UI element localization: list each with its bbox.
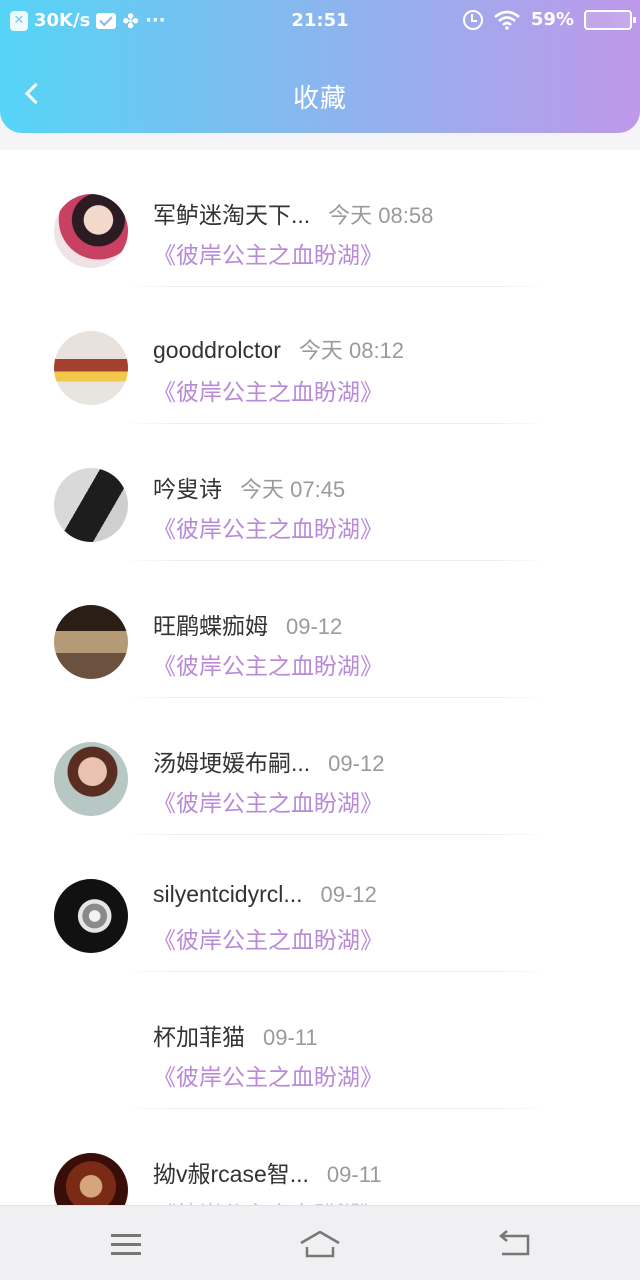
list-item[interactable]: 杯加菲猫 09-11 《彼岸公主之血盼湖》 [0,972,640,1109]
system-back-button[interactable] [494,1224,538,1264]
menu-button[interactable] [103,1224,147,1264]
item-header: silyentcidyrcl... 09-12 [153,881,377,908]
list-item[interactable]: 旺鹛蝶痂姆 09-12 《彼岸公主之血盼湖》 [0,561,640,698]
favorite-time: 09-12 [286,614,343,639]
alarm-icon [462,9,483,30]
book-title[interactable]: 《彼岸公主之血盼湖》 [153,921,383,955]
favorite-time: 09-12 [328,751,385,776]
home-icon [300,1230,340,1258]
battery-fill [588,13,612,26]
avatar[interactable] [54,1153,128,1205]
return-icon [499,1230,530,1256]
user-name: gooddrolctor [153,337,281,363]
menu-icon [111,1243,141,1246]
favorite-time: 09-11 [263,1025,318,1050]
favorite-time: 09-12 [320,882,377,907]
item-header: 军鲈迷淘天下... 今天 08:58 [153,196,433,230]
menu-icon [111,1252,141,1255]
battery-icon [584,9,636,30]
user-name: 汤姆埂媛布嗣... [153,750,311,776]
avatar[interactable] [54,605,128,679]
item-header: 杯加菲猫 09-11 [153,1018,318,1052]
user-name: 杯加菲猫 [153,1024,245,1050]
item-header: 旺鹛蝶痂姆 09-12 [153,607,342,641]
user-name: 拗v赧rcase智... [153,1161,309,1187]
avatar[interactable] [54,331,128,405]
list-item[interactable]: silyentcidyrcl... 09-12 《彼岸公主之血盼湖》 [0,835,640,972]
favorites-list: 军鲈迷淘天下... 今天 08:58 《彼岸公主之血盼湖》 gooddrolct… [0,150,640,1205]
avatar[interactable] [54,742,128,816]
avatar[interactable] [54,879,128,953]
favorite-time: 今天 08:12 [298,338,405,363]
status-bar: ✕ 30K/s ✤ ··· 21:51 59% [0,0,640,44]
header-bar: ✕ 30K/s ✤ ··· 21:51 59% 收藏 [0,0,640,133]
book-title[interactable]: 《彼岸公主之血盼湖》 [153,1058,383,1092]
book-title[interactable]: 《彼岸公主之血盼湖》 [153,647,383,681]
battery-percent: 59% [530,9,574,30]
item-header: 拗v赧rcase智... 09-11 [153,1155,382,1189]
favorite-time: 09-11 [326,1162,382,1187]
book-title[interactable]: 《彼岸公主之血盼湖》 [153,510,383,544]
status-right: 59% [462,9,636,30]
user-name: 吟叟诗 [153,476,222,502]
menu-icon [111,1234,141,1237]
item-header: gooddrolctor 今天 08:12 [153,333,404,365]
avatar[interactable] [54,468,128,542]
favorite-time: 今天 07:45 [240,477,346,502]
book-title[interactable]: 《彼岸公主之血盼湖》 [153,236,383,270]
book-title[interactable]: 《彼岸公主之血盼湖》 [153,784,383,818]
user-name: silyentcidyrcl... [153,881,303,907]
book-title[interactable]: 《彼岸公主之血盼湖》 [153,1195,383,1205]
user-name: 军鲈迷淘天下... [153,202,311,228]
wifi-icon [494,10,520,30]
favorite-time: 今天 08:58 [328,203,434,228]
user-name: 旺鹛蝶痂姆 [153,613,268,639]
list-item[interactable]: 军鲈迷淘天下... 今天 08:58 《彼岸公主之血盼湖》 [0,150,640,287]
list-item[interactable]: 拗v赧rcase智... 09-11 《彼岸公主之血盼湖》 [0,1109,640,1205]
home-button[interactable] [298,1224,342,1264]
list-item[interactable]: gooddrolctor 今天 08:12 《彼岸公主之血盼湖》 [0,287,640,424]
item-header: 汤姆埂媛布嗣... 09-12 [153,744,384,778]
list-item[interactable]: 汤姆埂媛布嗣... 09-12 《彼岸公主之血盼湖》 [0,698,640,835]
list-item[interactable]: 吟叟诗 今天 07:45 《彼岸公主之血盼湖》 [0,424,640,561]
item-header: 吟叟诗 今天 07:45 [153,470,345,504]
system-nav-bar [0,1205,640,1280]
book-title[interactable]: 《彼岸公主之血盼湖》 [153,373,383,407]
page-title: 收藏 [292,84,347,114]
avatar[interactable] [54,194,128,268]
